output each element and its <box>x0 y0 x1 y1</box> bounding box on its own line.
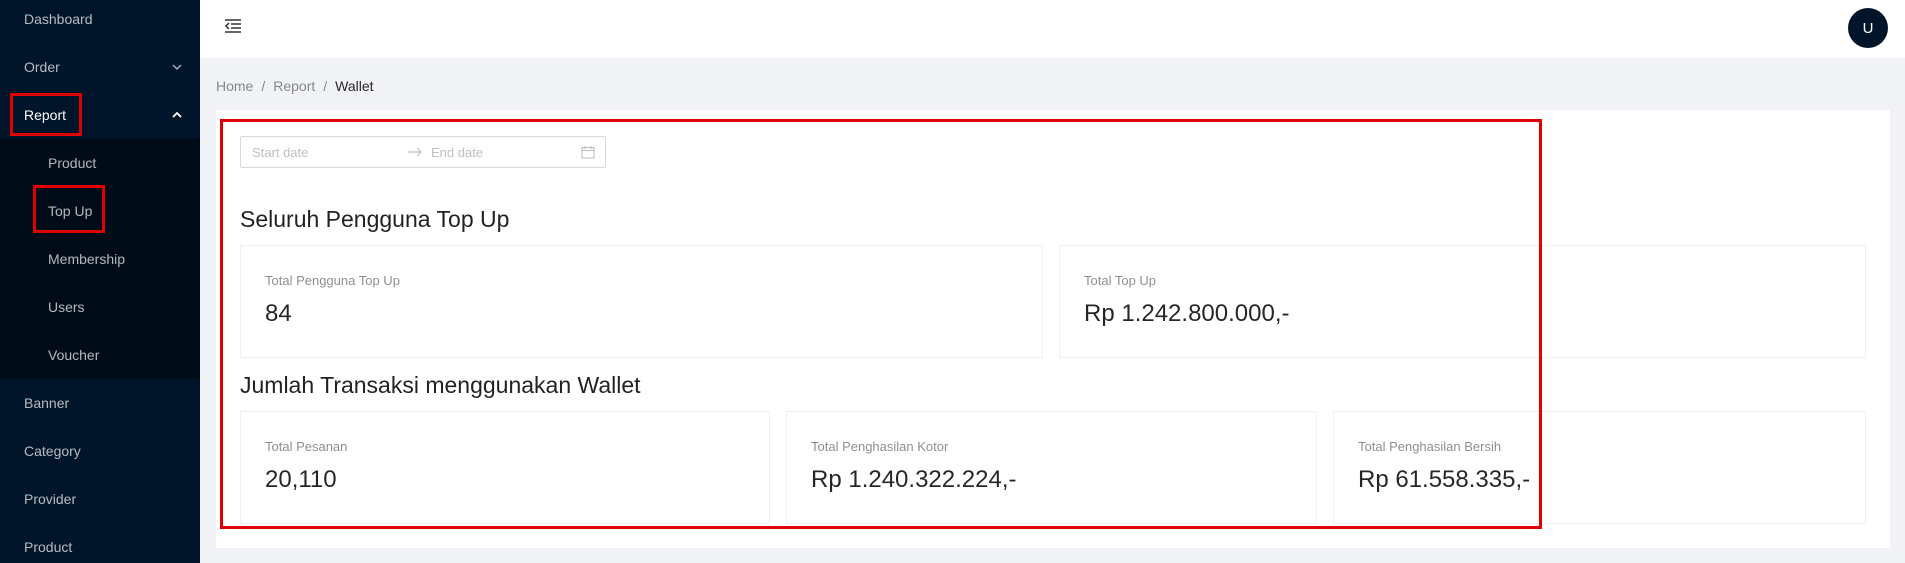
stat-card-net-income: Total Penghasilan Bersih Rp 61.558.335,- <box>1333 411 1866 524</box>
sidebar-item-label: Category <box>24 443 81 459</box>
sidebar-item-label: Provider <box>24 491 77 507</box>
stat-value: Rp 1.242.800.000,- <box>1084 300 1290 327</box>
sidebar-subitem-voucher[interactable]: Voucher <box>0 331 200 379</box>
sidebar-subitem-label: Membership <box>48 251 126 267</box>
avatar-initial: U <box>1862 19 1874 37</box>
sidebar-item-label: Banner <box>24 395 70 411</box>
breadcrumb-separator: / <box>323 78 328 94</box>
sidebar-item-product[interactable]: Product <box>0 523 200 563</box>
sidebar-item-order[interactable]: Order <box>0 43 200 91</box>
section-title-wallet-transactions: Jumlah Transaksi menggunakan Wallet <box>240 372 641 398</box>
sidebar-subitem-users[interactable]: Users <box>0 283 200 331</box>
stat-card-total-orders: Total Pesanan 20,110 <box>240 411 770 524</box>
start-date-input[interactable]: Start date <box>252 145 308 160</box>
sidebar: Dashboard Order Report Product Top Up Me… <box>0 0 200 563</box>
stat-value: 20,110 <box>265 466 337 493</box>
sidebar-subitem-label: Voucher <box>48 347 100 363</box>
stat-value: Rp 1.240.322.224,- <box>811 466 1017 493</box>
top-header <box>200 0 1905 58</box>
sidebar-item-report[interactable]: Report <box>0 91 200 139</box>
sidebar-subitem-label: Product <box>48 155 97 171</box>
sidebar-item-label: Order <box>24 59 60 75</box>
calendar-icon <box>581 146 595 159</box>
sidebar-item-dashboard[interactable]: Dashboard <box>0 0 200 43</box>
stat-value: 84 <box>265 300 292 327</box>
wallet-report-content: Start date End date Seluruh Pengguna Top… <box>216 110 1890 548</box>
sidebar-item-provider[interactable]: Provider <box>0 475 200 523</box>
stat-value: Rp 61.558.335,- <box>1358 466 1531 493</box>
stat-label: Total Penghasilan Bersih <box>1358 439 1502 454</box>
sidebar-item-label: Dashboard <box>24 11 93 27</box>
stat-card-total-top-up-users: Total Pengguna Top Up 84 <box>240 245 1043 358</box>
stat-label: Total Penghasilan Kotor <box>811 439 949 454</box>
sidebar-subitem-label: Top Up <box>48 203 93 219</box>
arrow-right-icon <box>408 147 422 157</box>
section-title-top-up-users: Seluruh Pengguna Top Up <box>240 206 510 232</box>
stat-label: Total Pesanan <box>265 439 348 454</box>
sidebar-item-label: Product <box>24 539 73 555</box>
sidebar-item-category[interactable]: Category <box>0 427 200 475</box>
chevron-down-icon <box>172 64 182 71</box>
sidebar-item-banner[interactable]: Banner <box>0 379 200 427</box>
breadcrumb-home[interactable]: Home <box>216 78 253 94</box>
report-submenu: Product Top Up Membership Users Voucher <box>0 139 200 379</box>
stat-card-total-top-up: Total Top Up Rp 1.242.800.000,- <box>1059 245 1866 358</box>
date-range-picker[interactable]: Start date End date <box>240 136 606 168</box>
chevron-up-icon <box>172 111 182 118</box>
end-date-input[interactable]: End date <box>431 145 483 160</box>
breadcrumb-report[interactable]: Report <box>273 78 315 94</box>
breadcrumb: Home / Report / Wallet <box>216 78 374 94</box>
stat-label: Total Top Up <box>1084 273 1157 288</box>
avatar[interactable]: U <box>1848 8 1888 48</box>
sidebar-subitem-label: Users <box>48 299 85 315</box>
menu-fold-icon[interactable] <box>224 17 242 35</box>
sidebar-subitem-top-up[interactable]: Top Up <box>0 187 200 235</box>
breadcrumb-current: Wallet <box>335 78 374 94</box>
sidebar-item-label: Report <box>24 107 67 123</box>
stat-label: Total Pengguna Top Up <box>265 273 400 288</box>
sidebar-subitem-membership[interactable]: Membership <box>0 235 200 283</box>
breadcrumb-separator: / <box>261 78 266 94</box>
sidebar-subitem-product[interactable]: Product <box>0 139 200 187</box>
stat-card-gross-income: Total Penghasilan Kotor Rp 1.240.322.224… <box>786 411 1317 524</box>
